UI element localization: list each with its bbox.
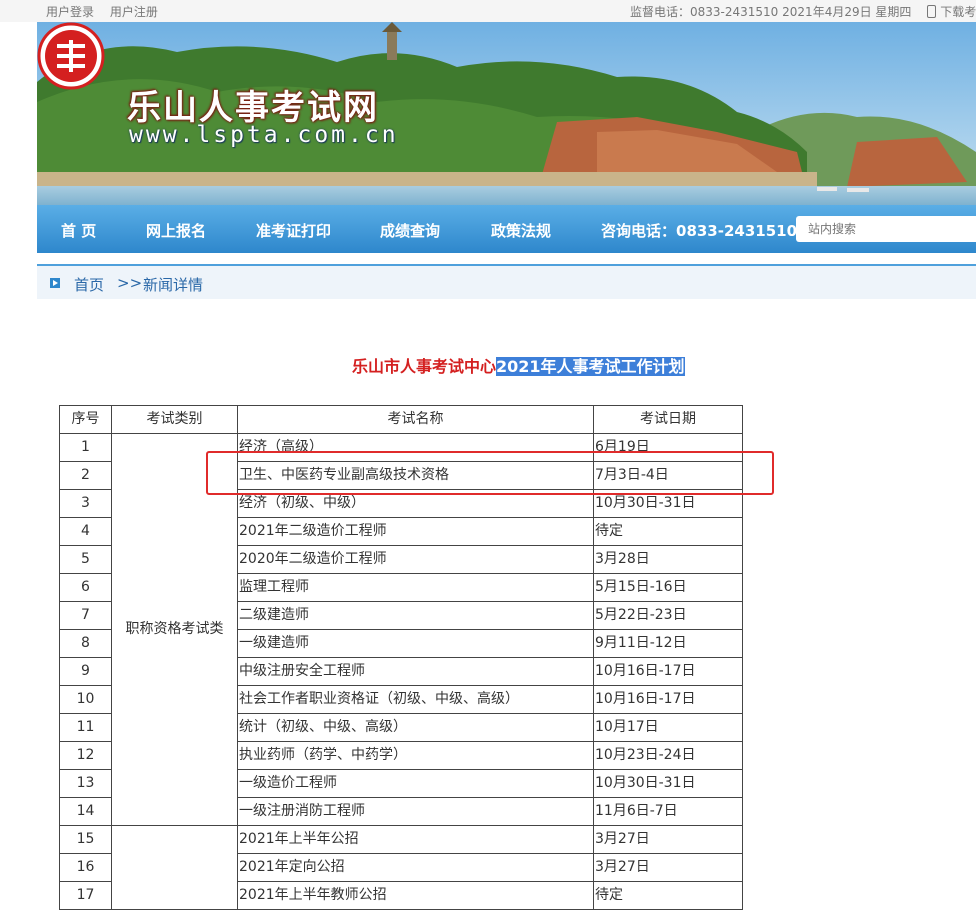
row-seq: 7 [59, 601, 112, 630]
consult-hotline: 咨询电话：0833-2431510 [601, 222, 798, 240]
exam-date: 10月23日-24日 [593, 741, 743, 770]
breadcrumb-arrow-icon [50, 278, 60, 288]
exam-date: 3月27日 [593, 825, 743, 854]
category-cell-empty [111, 825, 238, 910]
article-title: 乐山市人事考试中心2021年人事考试工作计划 [352, 353, 685, 377]
exam-date: 10月30日-31日 [593, 489, 743, 518]
exam-name: 执业药师（药学、中药学） [237, 741, 594, 770]
header-seq: 序号 [59, 405, 112, 434]
breadcrumb-separator: >> [117, 274, 143, 292]
exam-name: 中级注册安全工程师 [237, 657, 594, 686]
row-seq: 13 [59, 769, 112, 798]
exam-date: 9月11日-12日 [593, 629, 743, 658]
current-date: 2021年4月29日 星期四 [782, 5, 912, 19]
nav-home[interactable]: 首 页 [61, 220, 96, 241]
table-row: 1 职称资格考试类 经济（高级） 6月19日 [59, 433, 743, 826]
site-banner: 乐山人事考试网 www.lspta.com.cn [37, 22, 976, 205]
exam-name: 2021年上半年教师公招 [237, 881, 594, 910]
row-seq: 16 [59, 853, 112, 882]
breadcrumb: 首页 >> 新闻详情 [37, 266, 976, 299]
article-title-org: 乐山市人事考试中心 [352, 357, 497, 376]
header-category: 考试类别 [111, 405, 238, 434]
row-seq: 15 [59, 825, 112, 854]
row-seq: 10 [59, 685, 112, 714]
breadcrumb-home-link[interactable]: 首页 [74, 274, 104, 295]
row-seq: 14 [59, 797, 112, 826]
exam-date: 3月27日 [593, 853, 743, 882]
exam-schedule-table: 序号 考试类别 考试名称 考试日期 1 职称资格考试类 经济（高级） 6月19日… [59, 405, 743, 910]
exam-name: 统计（初级、中级、高级） [237, 713, 594, 742]
row-seq: 12 [59, 741, 112, 770]
header-exam-date: 考试日期 [593, 405, 743, 434]
exam-date: 6月19日 [593, 433, 743, 462]
account-links: 用户登录 用户注册 [46, 3, 170, 20]
exam-date: 10月16日-17日 [593, 657, 743, 686]
exam-name: 二级建造师 [237, 601, 594, 630]
exam-date: 5月15日-16日 [593, 573, 743, 602]
row-seq: 17 [59, 881, 112, 910]
nav-score-query[interactable]: 成绩查询 [380, 220, 440, 241]
article-title-selected-text: 2021年人事考试工作计划 [496, 357, 685, 376]
table-row: 15 2021年上半年公招 3月27日 [59, 825, 743, 910]
exam-date: 待定 [593, 881, 743, 910]
exam-name: 卫生、中医药专业副高级技术资格 [237, 461, 594, 490]
exam-date: 3月28日 [593, 545, 743, 574]
exam-date: 待定 [593, 517, 743, 546]
login-link[interactable]: 用户登录 [46, 5, 94, 19]
row-seq: 3 [59, 489, 112, 518]
breadcrumb-current: 新闻详情 [143, 276, 204, 294]
download-link[interactable]: 下载考生 [940, 5, 976, 19]
exam-name: 经济（初级、中级） [237, 489, 594, 518]
exam-name: 一级注册消防工程师 [237, 797, 594, 826]
exam-name: 监理工程师 [237, 573, 594, 602]
table-header-row: 序号 考试类别 考试名称 考试日期 [59, 405, 743, 434]
main-navigation: 首 页 网上报名 准考证打印 成绩查询 政策法规 咨询电话：0833-24315… [37, 205, 976, 253]
exam-name: 2021年二级造价工程师 [237, 517, 594, 546]
exam-date: 10月17日 [593, 713, 743, 742]
site-url: www.lspta.com.cn [129, 122, 399, 148]
site-logo-seal-icon[interactable] [37, 22, 105, 90]
nav-policies[interactable]: 政策法规 [491, 220, 551, 241]
exam-name: 一级建造师 [237, 629, 594, 658]
register-link[interactable]: 用户注册 [110, 5, 158, 19]
category-cell: 职称资格考试类 [111, 433, 238, 826]
exam-date: 10月30日-31日 [593, 769, 743, 798]
row-seq: 1 [59, 433, 112, 462]
row-seq: 2 [59, 461, 112, 490]
top-utility-bar: 用户登录 用户注册 监督电话：0833-2431510 2021年4月29日 星… [0, 0, 976, 22]
exam-name: 2021年定向公招 [237, 853, 594, 882]
exam-name: 经济（高级） [237, 433, 594, 462]
exam-name: 2021年上半年公招 [237, 825, 594, 854]
exam-date: 5月22日-23日 [593, 601, 743, 630]
nav-online-registration[interactable]: 网上报名 [146, 220, 206, 241]
exam-date: 10月16日-17日 [593, 685, 743, 714]
row-seq: 4 [59, 517, 112, 546]
row-seq: 6 [59, 573, 112, 602]
mobile-phone-icon [927, 5, 937, 18]
exam-name: 2020年二级造价工程师 [237, 545, 594, 574]
site-search-input[interactable] [796, 216, 976, 242]
exam-name: 社会工作者职业资格证（初级、中级、高级） [237, 685, 594, 714]
exam-name: 一级造价工程师 [237, 769, 594, 798]
nav-admission-ticket-print[interactable]: 准考证打印 [256, 220, 331, 241]
exam-date: 11月6日-7日 [593, 797, 743, 826]
header-exam-name: 考试名称 [237, 405, 594, 434]
top-info: 监督电话：0833-2431510 2021年4月29日 星期四 下载考生 [630, 3, 976, 20]
row-seq: 8 [59, 629, 112, 658]
supervision-phone: 监督电话：0833-2431510 [630, 5, 779, 19]
row-seq: 9 [59, 657, 112, 686]
exam-date: 7月3日-4日 [593, 461, 743, 490]
row-seq: 5 [59, 545, 112, 574]
row-seq: 11 [59, 713, 112, 742]
